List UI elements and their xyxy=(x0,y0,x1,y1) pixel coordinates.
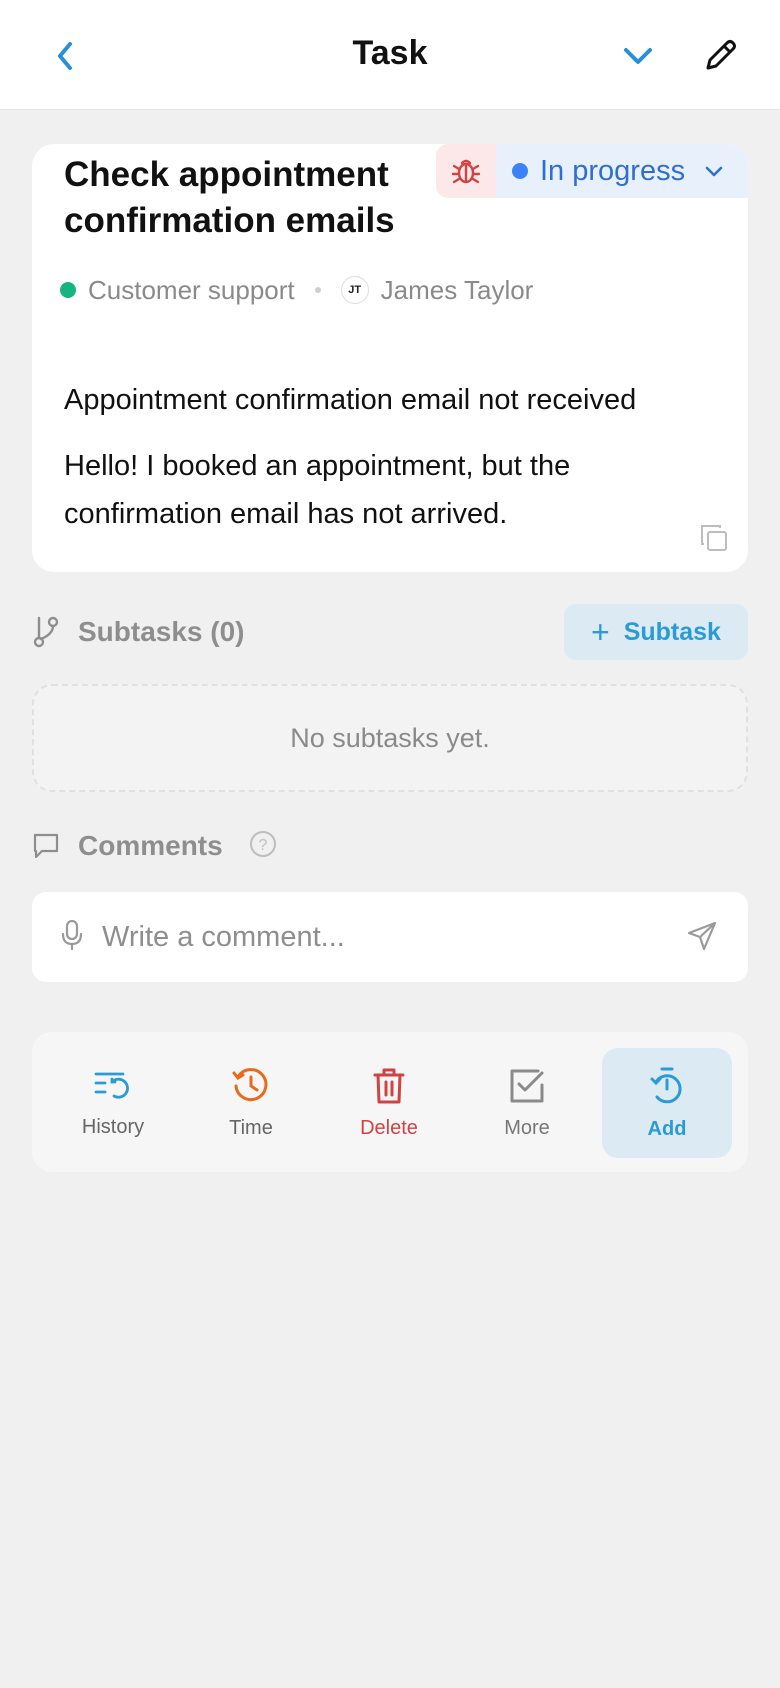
subtasks-label: Subtasks (0) xyxy=(78,616,245,647)
time-label: Time xyxy=(229,1116,273,1139)
avatar: JT xyxy=(340,276,369,304)
add-timer-button[interactable]: Add xyxy=(602,1048,732,1158)
checkbox-icon xyxy=(510,1069,544,1102)
more-label: More xyxy=(504,1116,550,1139)
team-color-dot xyxy=(60,282,76,298)
task-card: Check appointment confirmation emails In… xyxy=(32,144,748,572)
separator-dot xyxy=(314,287,321,293)
time-button[interactable]: Time xyxy=(186,1048,316,1158)
action-toolbar: History Time Delete More Add xyxy=(32,1032,748,1172)
top-bar: Task xyxy=(0,0,780,110)
subtasks-header: Subtasks (0) xyxy=(32,610,245,654)
copy-icon[interactable] xyxy=(698,522,730,554)
trash-icon xyxy=(373,1068,405,1103)
add-label: Add xyxy=(647,1117,687,1140)
assignee-label[interactable]: James Taylor xyxy=(381,275,534,306)
bug-icon xyxy=(451,159,481,184)
comments-label: Comments xyxy=(78,830,223,861)
comment-bubble-icon xyxy=(33,833,59,859)
chevron-down-icon[interactable] xyxy=(618,38,658,74)
microphone-icon[interactable] xyxy=(60,919,84,956)
delete-label: Delete xyxy=(360,1116,418,1139)
clock-history-icon xyxy=(232,1067,268,1101)
branch-icon xyxy=(33,616,59,648)
more-button[interactable]: More xyxy=(462,1048,592,1158)
history-icon xyxy=(94,1072,129,1099)
pencil-edit-icon[interactable] xyxy=(700,36,740,76)
comment-composer xyxy=(32,892,748,982)
subtasks-empty-state: No subtasks yet. xyxy=(32,684,748,792)
plus-icon: + xyxy=(591,613,610,650)
team-label[interactable]: Customer support xyxy=(88,275,295,306)
task-meta: Customer support JT James Taylor xyxy=(60,270,533,310)
empty-message: No subtasks yet. xyxy=(290,722,490,753)
comment-input[interactable] xyxy=(102,920,642,954)
status-label: In progress xyxy=(540,154,686,187)
svg-text:?: ? xyxy=(258,837,267,854)
status-dot xyxy=(512,163,528,179)
add-subtask-button[interactable]: + Subtask xyxy=(564,604,748,660)
help-icon[interactable]: ? xyxy=(249,830,277,863)
history-button[interactable]: History xyxy=(48,1048,178,1158)
page-title: Task xyxy=(352,34,428,72)
bug-type-badge[interactable] xyxy=(436,144,496,198)
send-icon[interactable] xyxy=(686,920,718,957)
status-dropdown[interactable]: In progress xyxy=(496,144,748,198)
history-label: History xyxy=(81,1115,145,1138)
task-badges: In progress xyxy=(436,144,748,198)
add-subtask-label: Subtask xyxy=(623,617,721,646)
delete-button[interactable]: Delete xyxy=(324,1048,454,1158)
chevron-down-icon xyxy=(705,166,723,177)
task-description: Hello! I booked an appointment, but the … xyxy=(64,450,571,530)
task-subject: Appointment confirmation email not recei… xyxy=(64,384,637,416)
stopwatch-icon xyxy=(650,1067,682,1103)
task-title: Check appointment confirmation emails xyxy=(64,155,395,240)
comments-header: Comments ? xyxy=(32,824,277,868)
